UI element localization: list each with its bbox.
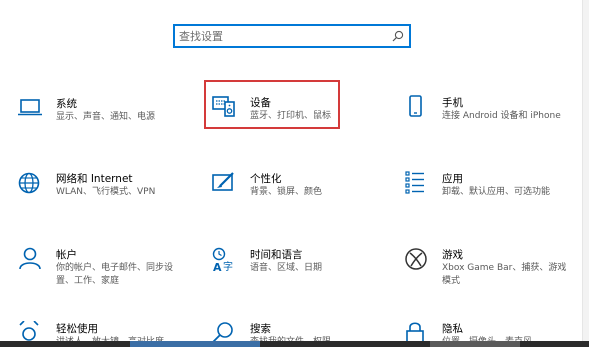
- phone-icon: [409, 95, 422, 117]
- tile-title: 手机: [442, 97, 463, 109]
- apps-list-icon: [405, 171, 424, 194]
- tile-subtitle: 语音、区域、日期: [250, 263, 323, 273]
- tile-title: 应用: [442, 173, 463, 185]
- tile-subtitle: WLAN、飞行模式、VPN: [56, 187, 156, 197]
- tile-subtitle: 背景、锁屏、颜色: [250, 187, 323, 197]
- tile-title: 网络和 Internet: [56, 173, 133, 185]
- tile-subtitle: 显示、声音、通知、电源: [56, 112, 156, 122]
- tile-title: 搜索: [250, 323, 271, 335]
- tile-apps[interactable]: 应用 卸载、默认应用、可选功能: [404, 171, 584, 211]
- xbox-icon: [405, 248, 427, 270]
- tile-subtitle: 连接 Android 设备和 iPhone: [442, 111, 561, 121]
- person-icon: [19, 247, 41, 270]
- tile-title: 轻松使用: [56, 323, 98, 335]
- tile-title: 时间和语言: [250, 249, 303, 261]
- tile-title: 游戏: [442, 249, 463, 261]
- tile-personalization[interactable]: 个性化 背景、锁屏、颜色: [212, 171, 392, 211]
- tile-subtitle-line-2: 模式: [442, 276, 461, 286]
- search-icon[interactable]: [391, 29, 405, 43]
- laptop-icon: [18, 99, 42, 116]
- tile-gaming[interactable]: 游戏 Xbox Game Bar、捕获、游戏 模式: [404, 247, 584, 287]
- taskbar-item[interactable]: [430, 341, 520, 347]
- settings-search-box[interactable]: [173, 24, 411, 48]
- taskbar-item[interactable]: [130, 341, 260, 347]
- search-input[interactable]: [179, 26, 389, 46]
- paint-brush-icon: [212, 172, 234, 191]
- taskbar-strip: [0, 341, 589, 347]
- tile-time-language[interactable]: A 字 时间和语言 语音、区域、日期: [212, 247, 392, 287]
- tile-title: 系统: [56, 98, 77, 110]
- tile-subtitle-line-2: 置、工作、家庭: [56, 276, 120, 286]
- svg-text:字: 字: [223, 260, 233, 273]
- tile-title: 个性化: [250, 173, 282, 185]
- tile-title: 隐私: [442, 323, 463, 335]
- globe-icon: [18, 172, 40, 194]
- tile-subtitle-line-1: 你的帐户、电子邮件、同步设: [56, 263, 174, 273]
- tile-phone[interactable]: 手机 连接 Android 设备和 iPhone: [404, 95, 584, 135]
- devices-highlight-box: [204, 80, 340, 129]
- tile-accounts[interactable]: 帐户 你的帐户、电子邮件、同步设 置、工作、家庭: [18, 247, 198, 287]
- tile-subtitle: 卸载、默认应用、可选功能: [442, 187, 551, 197]
- time-language-icon: A 字: [212, 247, 233, 274]
- tile-system[interactable]: 系统 显示、声音、通知、电源: [18, 96, 198, 136]
- svg-text:A: A: [213, 261, 222, 274]
- tile-subtitle-line-1: Xbox Game Bar、捕获、游戏: [442, 263, 567, 273]
- tile-title: 帐户: [56, 249, 77, 261]
- tile-network-internet[interactable]: 网络和 Internet WLAN、飞行模式、VPN: [18, 171, 198, 211]
